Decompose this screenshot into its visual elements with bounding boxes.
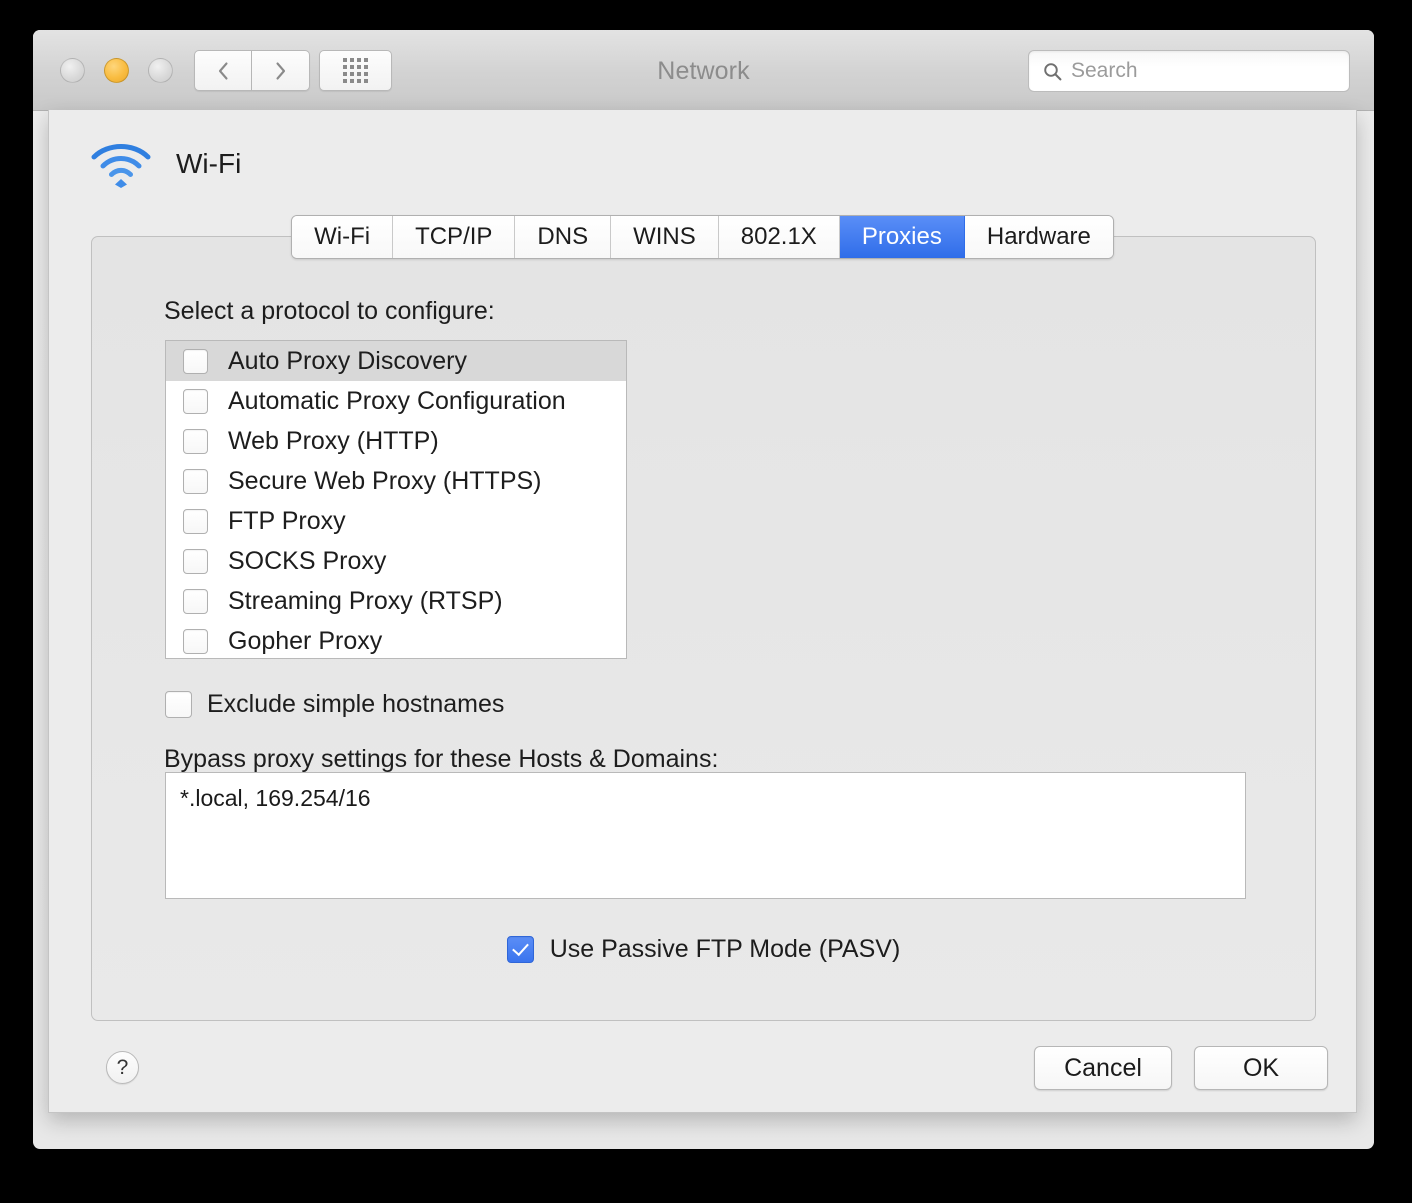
exclude-simple-hostnames-checkbox[interactable]: [165, 691, 192, 718]
protocol-row[interactable]: Web Proxy (HTTP): [166, 421, 626, 461]
protocol-section-label: Select a protocol to configure:: [164, 297, 495, 326]
protocol-row[interactable]: FTP Proxy: [166, 501, 626, 541]
exclude-simple-hostnames-row[interactable]: Exclude simple hostnames: [165, 690, 504, 719]
protocol-row[interactable]: SOCKS Proxy: [166, 541, 626, 581]
tab-tcp-ip[interactable]: TCP/IP: [393, 216, 515, 258]
tab-content-panel: Select a protocol to configure: Auto Pro…: [91, 236, 1316, 1021]
bypass-label: Bypass proxy settings for these Hosts & …: [164, 745, 718, 774]
protocol-label: SOCKS Proxy: [228, 547, 386, 576]
service-name: Wi-Fi: [176, 148, 241, 180]
passive-ftp-checkbox[interactable]: [507, 936, 534, 963]
wifi-icon: [90, 140, 152, 188]
tab-dns[interactable]: DNS: [515, 216, 611, 258]
protocol-label: Streaming Proxy (RTSP): [228, 587, 503, 616]
service-header: Wi-Fi: [90, 140, 241, 188]
tab-wins[interactable]: WINS: [611, 216, 719, 258]
tab-group: Wi-FiTCP/IPDNSWINS802.1XProxiesHardware: [291, 215, 1114, 259]
help-button[interactable]: ?: [106, 1051, 139, 1084]
search-field[interactable]: Search: [1028, 50, 1350, 92]
protocol-label: Auto Proxy Discovery: [228, 347, 467, 376]
passive-ftp-label: Use Passive FTP Mode (PASV): [550, 935, 901, 964]
protocol-label: Web Proxy (HTTP): [228, 427, 439, 456]
tab-wi-fi[interactable]: Wi-Fi: [292, 216, 393, 258]
protocol-checkbox[interactable]: [183, 549, 208, 574]
protocol-label: Automatic Proxy Configuration: [228, 387, 566, 416]
exclude-simple-hostnames-label: Exclude simple hostnames: [207, 690, 504, 719]
proxies-sheet: Wi-Fi Select a protocol to configure: Au…: [48, 110, 1357, 1113]
protocol-label: Gopher Proxy: [228, 627, 382, 656]
protocol-list[interactable]: Auto Proxy Discovery Automatic Proxy Conf…: [165, 340, 627, 659]
protocol-checkbox[interactable]: [183, 429, 208, 454]
search-input[interactable]: Search: [1071, 59, 1138, 83]
ok-button[interactable]: OK: [1194, 1046, 1328, 1090]
sheet-actions: Cancel OK: [1034, 1046, 1328, 1090]
protocol-checkbox[interactable]: [183, 469, 208, 494]
protocol-checkbox[interactable]: [183, 629, 208, 654]
protocol-checkbox[interactable]: [183, 349, 208, 374]
cancel-button[interactable]: Cancel: [1034, 1046, 1172, 1090]
protocol-row[interactable]: Auto Proxy Discovery: [166, 341, 626, 381]
tab-802-1x[interactable]: 802.1X: [719, 216, 840, 258]
protocol-row[interactable]: Secure Web Proxy (HTTPS): [166, 461, 626, 501]
protocol-checkbox[interactable]: [183, 589, 208, 614]
network-preferences-window: Network Search Wi-Fi Select a protocol t…: [33, 30, 1374, 1149]
protocol-row[interactable]: Automatic Proxy Configuration: [166, 381, 626, 421]
tab-proxies[interactable]: Proxies: [840, 216, 965, 258]
window-titlebar: Network Search: [33, 30, 1374, 111]
protocol-checkbox[interactable]: [183, 509, 208, 534]
protocol-row[interactable]: Streaming Proxy (RTSP): [166, 581, 626, 621]
protocol-row[interactable]: Gopher Proxy: [166, 621, 626, 659]
protocol-label: Secure Web Proxy (HTTPS): [228, 467, 542, 496]
passive-ftp-row[interactable]: Use Passive FTP Mode (PASV): [92, 935, 1315, 964]
protocol-label: FTP Proxy: [228, 507, 346, 536]
bypass-textarea[interactable]: *.local, 169.254/16: [165, 772, 1246, 899]
search-icon: [1043, 62, 1062, 81]
protocol-checkbox[interactable]: [183, 389, 208, 414]
tab-hardware[interactable]: Hardware: [965, 216, 1113, 258]
tab-bar: Wi-FiTCP/IPDNSWINS802.1XProxiesHardware: [49, 215, 1356, 259]
